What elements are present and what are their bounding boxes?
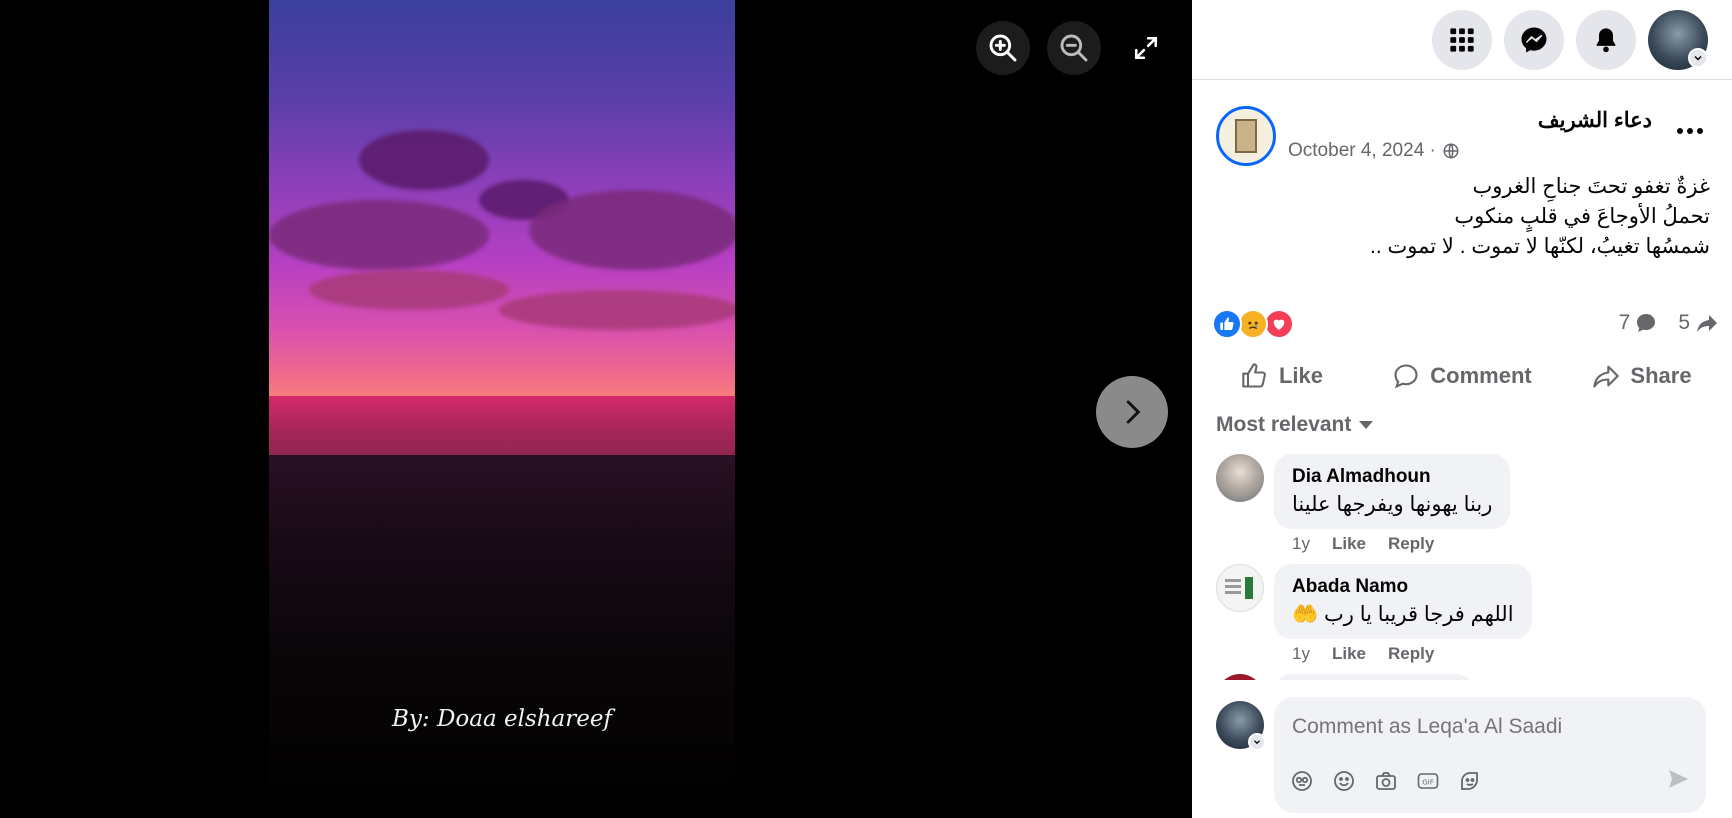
photo-viewer: By: Doaa elshareef — [0, 0, 1192, 818]
photo-cloud — [529, 190, 735, 270]
comment-count-button[interactable]: 7 — [1619, 311, 1659, 335]
commenter-name[interactable]: Abada Namo — [1292, 576, 1514, 598]
sad-reaction-icon — [1238, 309, 1268, 339]
chevron-right-icon — [1126, 400, 1141, 424]
post-text-line: شمسُها تغيبُ، لكنّها لا تموت . لا تموت .… — [1369, 235, 1710, 258]
next-photo-button[interactable] — [1096, 376, 1168, 448]
zoom-out-icon — [1060, 34, 1088, 62]
comment-count: 7 — [1618, 311, 1631, 334]
comment-meta: 1y Like Reply — [1292, 534, 1434, 554]
grid-menu-icon — [1450, 28, 1474, 52]
comment-item: Dia Almadhoun ربنا يهونها ويفرجها علينا … — [1216, 454, 1696, 554]
camera-icon[interactable] — [1374, 769, 1398, 793]
share-count: 5 — [1678, 311, 1690, 334]
share-icon — [1593, 365, 1620, 388]
author-avatar[interactable] — [1216, 106, 1276, 166]
post-timestamp[interactable]: October 4, 2024 · — [1288, 140, 1460, 162]
post-actions-bar: Like Comment Share — [1192, 352, 1732, 400]
comment-text: اللهم فرجا قريبا يا رب 🤲 — [1292, 603, 1514, 626]
share-label: Share — [1630, 363, 1692, 388]
comment-composer: GIF — [1192, 690, 1732, 818]
zoom-in-icon — [989, 34, 1017, 62]
post-header: دعاء الشريف October 4, 2024 · — [1192, 100, 1732, 180]
sticker-icon[interactable] — [1458, 769, 1482, 793]
photo-cloud — [309, 270, 509, 310]
next-comment-peek — [1216, 674, 1696, 680]
comment-sort-label: Most relevant — [1216, 413, 1352, 436]
comment-time[interactable]: 1y — [1292, 644, 1310, 664]
emoji-icon[interactable] — [1332, 769, 1356, 793]
gif-icon[interactable]: GIF — [1416, 769, 1440, 793]
comment-label: Comment — [1430, 363, 1532, 388]
comment-bubble: Dia Almadhoun ربنا يهونها ويفرجها علينا — [1274, 454, 1511, 529]
more-options-icon — [1677, 128, 1703, 134]
fullscreen-button[interactable] — [1119, 21, 1173, 75]
like-button[interactable]: Like — [1192, 352, 1372, 400]
post-date[interactable]: October 4, 2024 · — [1288, 140, 1436, 162]
post-text: غزةٌ تغفو تحتَ جناحِ الغروب تحملُ الأوجا… — [1230, 172, 1710, 262]
engagement-counts: 7 5 — [1619, 311, 1720, 335]
commenter-name[interactable]: Dia Almadhoun — [1292, 466, 1492, 488]
share-button[interactable]: Share — [1552, 352, 1732, 400]
post-author-name[interactable]: دعاء الشريف — [1538, 108, 1652, 133]
photo-cloud — [359, 130, 489, 190]
comment-item: Abada Namo اللهم فرجا قريبا يا رب 🤲 1y L… — [1216, 564, 1696, 664]
comment-like-button[interactable]: Like — [1332, 644, 1366, 664]
top-navigation-bar — [1192, 0, 1732, 80]
svg-text:GIF: GIF — [1422, 779, 1434, 787]
zoom-in-button[interactable] — [976, 21, 1030, 75]
photo-shore — [269, 455, 735, 818]
composer-identity-chevron[interactable] — [1248, 733, 1266, 751]
comment-reply-button[interactable]: Reply — [1388, 644, 1434, 664]
zoom-out-button[interactable] — [1047, 21, 1101, 75]
expand-icon — [1134, 36, 1158, 60]
comment-reply-button[interactable]: Reply — [1388, 534, 1434, 554]
comment-input[interactable] — [1292, 715, 1672, 739]
post-photo[interactable]: By: Doaa elshareef — [269, 0, 735, 818]
chevron-down-icon — [1694, 55, 1702, 61]
comment-like-button[interactable]: Like — [1332, 534, 1366, 554]
comment-text: ربنا يهونها ويفرجها علينا — [1292, 493, 1493, 516]
comment-input-box[interactable]: GIF — [1274, 697, 1706, 813]
comment-meta: 1y Like Reply — [1292, 644, 1434, 664]
comment-time[interactable]: 1y — [1292, 534, 1310, 554]
photo-caption: By: Doaa elshareef — [391, 706, 612, 732]
share-arrow-icon — [1697, 315, 1717, 332]
messenger-button[interactable] — [1504, 10, 1564, 70]
post-text-line: تحملُ الأوجاعَ في قلبٍ منكوب — [1454, 205, 1710, 228]
notifications-bell-icon — [1596, 28, 1616, 53]
commenter-avatar[interactable] — [1216, 564, 1264, 612]
chevron-down-icon — [1254, 740, 1260, 745]
send-button[interactable] — [1662, 763, 1694, 795]
love-reaction-icon — [1264, 309, 1294, 339]
comment-icon — [1394, 364, 1418, 389]
send-icon — [1669, 770, 1688, 788]
post-sidebar: دعاء الشريف October 4, 2024 · غزةٌ تغفو … — [1192, 0, 1732, 818]
commenter-avatar[interactable] — [1216, 454, 1264, 502]
comment-bubble: Abada Namo اللهم فرجا قريبا يا رب 🤲 — [1274, 564, 1532, 639]
reactions-summary[interactable]: 7 5 — [1212, 307, 1717, 343]
public-globe-icon — [1443, 143, 1459, 159]
account-menu-chevron[interactable] — [1688, 48, 1708, 68]
photo-cloud — [269, 200, 489, 270]
share-count-button[interactable]: 5 — [1678, 311, 1720, 335]
messenger-icon — [1521, 27, 1547, 53]
caret-down-icon — [1359, 421, 1374, 429]
thumbs-up-icon — [1242, 363, 1266, 388]
notifications-button[interactable] — [1576, 10, 1636, 70]
post-options-button[interactable] — [1670, 116, 1710, 146]
photo-cloud — [499, 290, 735, 330]
like-reaction-icon — [1212, 309, 1242, 339]
comment-bubble-icon — [1637, 314, 1656, 332]
menu-button[interactable] — [1432, 10, 1492, 70]
comment-sort-dropdown[interactable]: Most relevant — [1216, 413, 1374, 437]
post-text-line: غزةٌ تغفو تحتَ جناحِ الغروب — [1472, 175, 1710, 198]
composer-toolbar: GIF — [1290, 769, 1482, 793]
like-label: Like — [1278, 363, 1324, 388]
comment-button[interactable]: Comment — [1372, 352, 1552, 400]
avatar-sticker-icon[interactable] — [1290, 769, 1314, 793]
